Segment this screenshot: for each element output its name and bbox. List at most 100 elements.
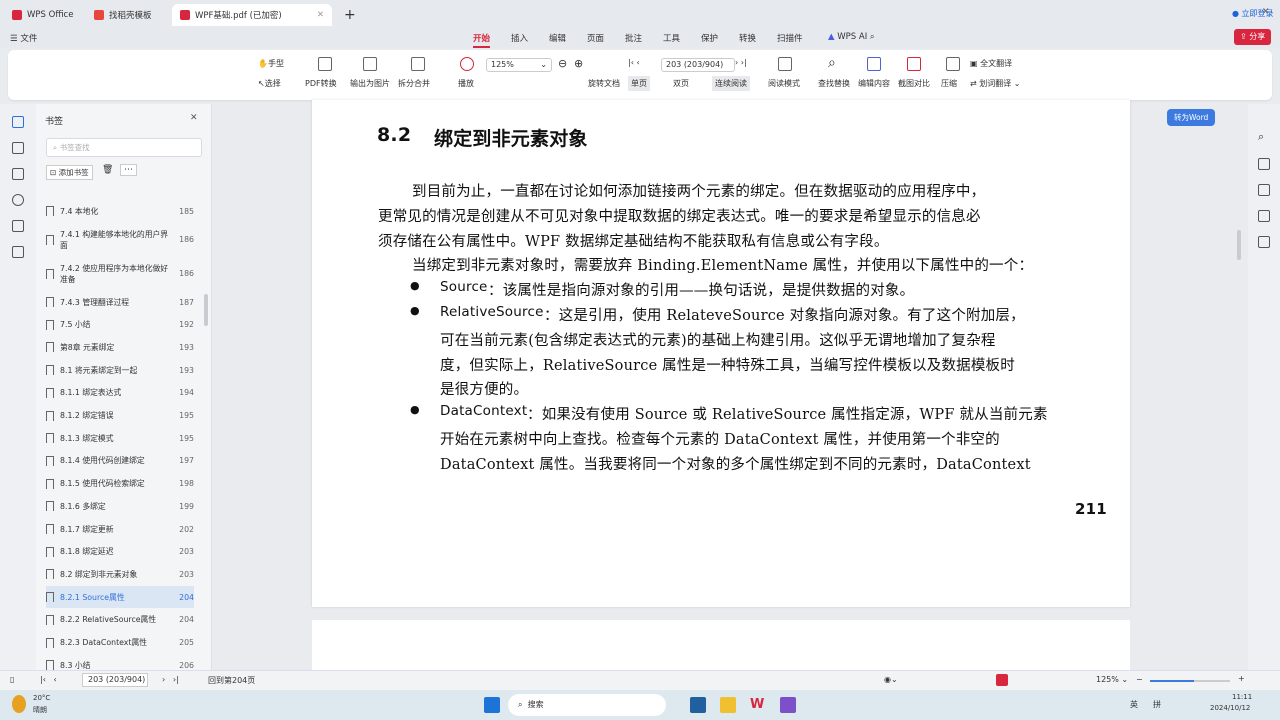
status-zoom-select[interactable]: 125% ⌄ — [1096, 675, 1128, 684]
bookmark-item[interactable]: 8.1.1 绑定表达式 194 — [46, 382, 194, 405]
zoom-out-icon[interactable]: ⊖ — [558, 57, 567, 70]
menu-home[interactable]: 开始 — [473, 32, 491, 48]
store-icon[interactable] — [690, 697, 706, 713]
eye-protection-icon[interactable]: ◉⌄ — [884, 675, 898, 684]
bookmark-item[interactable]: 7.5 小结 192 — [46, 313, 194, 336]
wps-taskbar-icon[interactable]: W — [750, 697, 766, 713]
find-replace-button[interactable]: 查找替换 — [818, 78, 850, 89]
close-sidebar-icon[interactable]: ✕ — [190, 113, 198, 123]
menu-edit[interactable]: 编辑 — [549, 32, 566, 44]
first-page-button[interactable]: |‹ ‹ — [40, 675, 57, 684]
menu-protect[interactable]: 保护 — [701, 32, 718, 44]
close-window-button[interactable]: ✕ — [1262, 7, 1270, 17]
split-merge-button[interactable]: 拆分合并 — [398, 78, 430, 89]
bookmark-item[interactable]: 8.1.4 使用代码创建绑定 197 — [46, 450, 194, 473]
edit-content-button[interactable]: 编辑内容 — [858, 78, 890, 89]
bookmark-item[interactable]: 7.4.1 构建能够本地化的用户界面 186 — [46, 223, 194, 257]
bookmark-item[interactable]: 8.2 绑定到非元素对象 203 — [46, 563, 194, 586]
share-button[interactable]: ⇪ 分享 — [1234, 29, 1272, 45]
file-menu[interactable]: ☰ 文件 — [10, 32, 37, 44]
close-tab-icon[interactable]: ✕ — [317, 10, 324, 20]
play-button[interactable]: 播放 — [458, 78, 474, 89]
pdf-convert-button[interactable]: PDF转换 — [305, 78, 337, 89]
add-bookmark-button[interactable]: ⊡ 添加书签 — [46, 165, 93, 180]
continuous-read-button[interactable]: 连续阅读 — [712, 76, 750, 91]
double-page-button[interactable]: 双页 — [673, 78, 689, 89]
bookmark-item[interactable]: 第8章 元素绑定 193 — [46, 336, 194, 359]
windows-start-icon[interactable] — [484, 697, 500, 713]
tab-pdf-document[interactable]: WPF基础.pdf (已加密) ✕ — [172, 4, 332, 26]
status-page-input[interactable]: 203 (203/904) — [82, 673, 148, 687]
search-icon[interactable]: ⌕ — [1258, 130, 1264, 144]
bookmark-item[interactable]: 8.1.5 使用代码检索绑定 198 — [46, 472, 194, 495]
layers-icon[interactable] — [12, 246, 24, 258]
sidebar-scrollbar[interactable] — [204, 294, 208, 326]
rotate-button[interactable]: 旋转文档 — [588, 78, 620, 89]
full-translate-button[interactable]: ▣ 全文翻译 — [970, 58, 1012, 69]
share-panel-icon[interactable] — [1258, 236, 1270, 248]
tab-templates[interactable]: 找稻壳模板 — [86, 4, 170, 26]
comment-icon[interactable] — [12, 168, 24, 180]
new-tab-button[interactable]: + — [336, 4, 364, 26]
file-explorer-icon[interactable] — [720, 697, 736, 713]
zoom-out-button[interactable]: − — [1136, 675, 1143, 684]
bookmark-item[interactable]: 8.1 将元素绑定到一起 193 — [46, 359, 194, 382]
settings-icon[interactable] — [1258, 184, 1270, 196]
bookmark-item[interactable]: 8.1.2 绑定错误 195 — [46, 404, 194, 427]
delete-bookmark-icon[interactable]: 🗑 — [102, 165, 113, 175]
next-page-button[interactable]: › ›| — [735, 58, 747, 67]
search-icon[interactable]: ⌕ — [870, 32, 875, 42]
thumbnail-icon[interactable] — [12, 142, 24, 154]
attachment-icon[interactable] — [12, 194, 24, 206]
first-page-button[interactable]: |‹ ‹ — [628, 58, 640, 67]
bookmark-item[interactable]: 8.1.6 多绑定 199 — [46, 495, 194, 518]
menu-tools[interactable]: 工具 — [663, 32, 680, 44]
bookmark-panel-icon[interactable] — [12, 116, 24, 128]
select-tool-button[interactable]: ↖选择 — [258, 78, 281, 89]
bookmark-item[interactable]: 7.4.2 使应用程序为本地化做好准备 186 — [46, 257, 194, 291]
page-input[interactable]: 203 (203/904) — [661, 58, 735, 72]
clock-date[interactable]: 2024/10/12 — [1210, 704, 1250, 712]
toggle-sidebar-icon[interactable]: ▯ — [10, 675, 14, 684]
zoom-slider[interactable] — [1150, 680, 1230, 682]
bookmark-item[interactable]: 7.4.3 管理翻译过程 187 — [46, 291, 194, 314]
bookmark-item[interactable]: 7.4 本地化 185 — [46, 200, 194, 223]
convert-to-word-button[interactable]: 转为Word — [1167, 109, 1216, 126]
bookmark-item[interactable]: 8.1.3 绑定模式 195 — [46, 427, 194, 450]
zoom-in-button[interactable]: + — [1238, 674, 1245, 683]
ime-language[interactable]: 英 — [1130, 699, 1138, 710]
bookmark-item[interactable]: 8.2.1 Source属性 204 — [46, 585, 194, 609]
export-image-button[interactable]: 输出为图片 — [350, 78, 390, 89]
clock-time[interactable]: 11:11 — [1232, 693, 1252, 701]
tab-wps-office[interactable]: WPS Office — [4, 4, 81, 26]
document-scrollbar[interactable] — [1237, 230, 1241, 260]
bookmark-item[interactable]: 8.2.3 DataContext属性 205 — [46, 631, 194, 654]
menu-convert[interactable]: 转换 — [739, 32, 756, 44]
read-mode-button[interactable]: 阅读模式 — [768, 78, 800, 89]
wps-ai-button[interactable]: ▲ WPS AI ⌕ — [828, 32, 875, 42]
properties-icon[interactable] — [1258, 158, 1270, 170]
bookmark-item[interactable]: 8.2.2 RelativeSource属性 204 — [46, 609, 194, 632]
word-translate-button[interactable]: ⇄ 划词翻译 ⌄ — [970, 78, 1021, 89]
menu-insert[interactable]: 插入 — [511, 32, 528, 44]
back-to-page-link[interactable]: 回到第204页 — [208, 675, 255, 686]
signature-icon[interactable] — [12, 220, 24, 232]
tools-icon[interactable] — [1258, 210, 1270, 222]
next-page-button[interactable]: › ›| — [162, 675, 179, 684]
bookmark-item[interactable]: 8.1.8 绑定延迟 203 — [46, 540, 194, 563]
menu-scan[interactable]: 扫描件 — [777, 32, 803, 44]
more-options-icon[interactable]: ⋯ — [120, 164, 137, 176]
menu-comment[interactable]: 批注 — [625, 32, 642, 44]
play-icon[interactable] — [996, 674, 1008, 686]
taskbar-search[interactable]: ⌕ 搜索 — [508, 694, 666, 716]
visual-studio-icon[interactable] — [780, 697, 796, 713]
zoom-in-icon[interactable]: ⊕ — [574, 57, 583, 70]
compare-button[interactable]: 截图对比 — [898, 78, 930, 89]
bookmark-item[interactable]: 8.1.7 绑定更新 202 — [46, 518, 194, 541]
hand-tool-button[interactable]: ✋手型 — [258, 58, 284, 69]
menu-page[interactable]: 页面 — [587, 32, 604, 44]
single-page-button[interactable]: 单页 — [628, 76, 650, 91]
bookmark-search-input[interactable]: ⌕ 书签查找 — [46, 138, 202, 157]
compress-button[interactable]: 压缩 — [941, 78, 957, 89]
ime-mode[interactable]: 拼 — [1153, 699, 1161, 710]
